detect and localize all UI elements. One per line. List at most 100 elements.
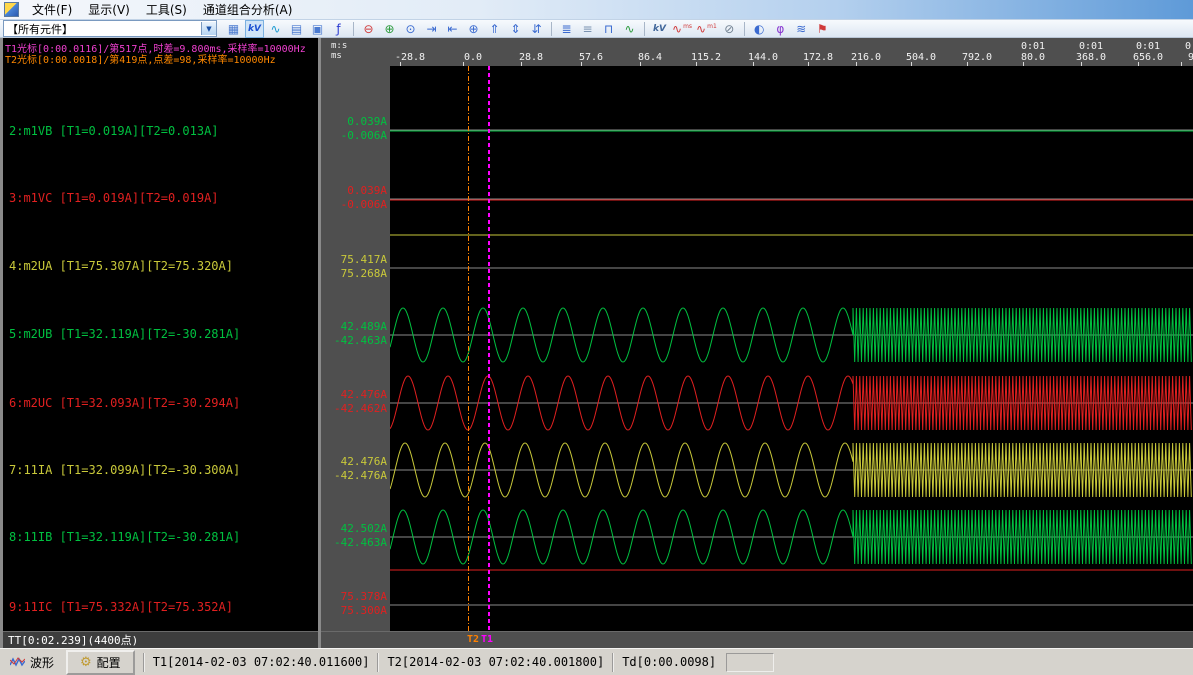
compress-time-icon-glyph: ⇥ — [426, 21, 436, 37]
waveform-icon[interactable]: ∿ — [266, 20, 285, 38]
channel-list-panel: T1光标[0:00.0116]/第517点,时差=9.800ms,采样率=100… — [0, 38, 318, 648]
zoom-range-icon-glyph: ⊙ — [405, 21, 415, 37]
zoom-out-icon-glyph: ⊖ — [363, 21, 373, 37]
amplitude-fit-icon[interactable]: ⇕ — [506, 20, 525, 38]
waveform-region: m:s ms -28.80.028.857.686.4115.2144.0172… — [321, 38, 1193, 648]
kv-unit-icon[interactable]: kV — [650, 20, 669, 38]
menu-item-2[interactable]: 显示(V) — [80, 0, 138, 20]
status-field-1: T1[2014-02-03 07:02:40.011600] — [143, 653, 378, 672]
menu-bar: 文件(F)显示(V)工具(S)通道组合分析(A) — [0, 0, 1193, 20]
phase-icon[interactable]: φ — [771, 20, 790, 38]
kv-values-icon[interactable]: kV — [245, 20, 264, 38]
time-tick: 0:0180.0 — [1003, 41, 1063, 63]
element-filter-combo[interactable]: 【所有元件】 ▼ — [3, 20, 217, 37]
time-tick: 28.8 — [501, 52, 561, 63]
rm1-icon[interactable]: ∿m1 — [695, 20, 718, 38]
expand-time-icon[interactable]: ⇤ — [443, 20, 462, 38]
channel-3-scale-min: -0.006A — [341, 198, 387, 212]
clock-off-icon-glyph: ⊘ — [724, 21, 734, 37]
channel-scale-5: 42.489A-42.463A — [334, 320, 387, 348]
cursor-t1-label[interactable]: T1 — [481, 634, 493, 645]
channel-select-icon[interactable]: ▤ — [287, 20, 306, 38]
phase-icon-glyph: φ — [776, 21, 784, 37]
compress-time-icon[interactable]: ⇥ — [422, 20, 441, 38]
channel-list-icon[interactable]: ≣ — [557, 20, 576, 38]
digital-wave-icon[interactable]: ⊓ — [599, 20, 618, 38]
zoom-out-icon[interactable]: ⊖ — [359, 20, 378, 38]
channel-label-5[interactable]: 5:m2UB [T1=32.119A][T2=-30.281A] — [9, 327, 240, 341]
time-tick: 0:9 — [1161, 41, 1193, 63]
amplitude-up-icon[interactable]: ⇑ — [485, 20, 504, 38]
amplitude-up-icon-glyph: ⇑ — [489, 21, 499, 37]
harmonics-icon-glyph: ≋ — [796, 21, 806, 37]
kv-unit-icon-glyph: kV — [653, 21, 666, 37]
clock-off-icon[interactable]: ⊘ — [720, 20, 739, 38]
tab-waveform-label: 波形 — [30, 654, 54, 671]
menu-item-3[interactable]: 工具(S) — [138, 0, 195, 20]
vector-icon-glyph: ⚑ — [817, 21, 828, 37]
analog-wave-icon-glyph: ∿ — [624, 21, 634, 37]
channel-2-scale-max: 0.039A — [341, 115, 387, 129]
harmonics-icon[interactable]: ≋ — [792, 20, 811, 38]
annotation-icon[interactable]: ▣ — [308, 20, 327, 38]
channel-order-icon[interactable]: ≡ — [578, 20, 597, 38]
channel-label-9[interactable]: 9:11IC [T1=75.332A][T2=75.352A] — [9, 600, 233, 614]
waveform-plot[interactable] — [390, 66, 1193, 631]
channel-label-6[interactable]: 6:m2UC [T1=32.093A][T2=-30.294A] — [9, 396, 240, 410]
clock-icon[interactable]: ◐ — [750, 20, 769, 38]
status-field-2: T2[2014-02-03 07:02:40.001800] — [377, 653, 612, 672]
analog-wave-icon[interactable]: ∿ — [620, 20, 639, 38]
amplitude-reset-icon[interactable]: ⇵ — [527, 20, 546, 38]
channel-scale-9: 75.378A75.300A — [341, 590, 387, 618]
digital-wave-icon-glyph: ⊓ — [604, 21, 613, 37]
channel-label-8[interactable]: 8:11IB [T1=32.119A][T2=-30.281A] — [9, 530, 240, 544]
channel-7-scale-max: 42.476A — [334, 455, 387, 469]
menu-item-4[interactable]: 通道组合分析(A) — [195, 0, 301, 20]
channel-8-scale-max: 42.502A — [334, 522, 387, 536]
channel-4-scale-max: 75.417A — [341, 253, 387, 267]
rms-icon-sub: ms — [683, 19, 692, 37]
vector-icon[interactable]: ⚑ — [813, 20, 832, 38]
zoom-in-icon-glyph: ⊕ — [384, 21, 394, 37]
rm1-icon-sub: m1 — [707, 19, 717, 37]
channel-scale-4: 75.417A75.268A — [341, 253, 387, 281]
chevron-down-icon[interactable]: ▼ — [201, 22, 216, 35]
channel-order-icon-glyph: ≡ — [582, 21, 592, 37]
status-spacer — [726, 653, 774, 672]
config-button-label: 配置 — [97, 654, 121, 671]
channel-scale-7: 42.476A-42.476A — [334, 455, 387, 483]
channel-label-3[interactable]: 3:m1VC [T1=0.019A][T2=0.019A] — [9, 191, 219, 205]
gear-icon: ⚙ — [80, 656, 92, 669]
amplitude-fit-icon-glyph: ⇕ — [510, 21, 520, 37]
toolbar-separator — [551, 22, 552, 36]
zoom-selection-icon[interactable]: ⊕ — [464, 20, 483, 38]
cursor-t2-info: T2光标[0:00.0018]/第419点,点差=98,采样率=10000Hz — [5, 55, 306, 66]
rms-icon[interactable]: ∿ms — [671, 20, 693, 38]
config-button[interactable]: ⚙ 配置 — [66, 650, 135, 675]
cursor-t2-line[interactable] — [468, 66, 469, 631]
channel-select-icon-glyph: ▤ — [291, 21, 302, 37]
zoom-range-icon[interactable]: ⊙ — [401, 20, 420, 38]
toolbar-separator — [744, 22, 745, 36]
channel-scale-6: 42.476A-42.462A — [334, 388, 387, 416]
cursor-t2-label[interactable]: T2 — [467, 634, 479, 645]
zoom-in-icon[interactable]: ⊕ — [380, 20, 399, 38]
menu-item-1[interactable]: 文件(F) — [24, 0, 80, 20]
channel-2-scale-min: -0.006A — [341, 129, 387, 143]
formula-icon-glyph: ƒ — [336, 21, 340, 37]
formula-icon[interactable]: ƒ — [329, 20, 348, 38]
channel-5-scale-min: -42.463A — [334, 334, 387, 348]
time-tick: 0.0 — [443, 52, 503, 63]
channel-4-scale-min: 75.268A — [341, 267, 387, 281]
element-grid-icon[interactable]: ▦ — [224, 20, 243, 38]
tab-waveform[interactable]: 波形 — [0, 652, 62, 673]
channel-label-2[interactable]: 2:m1VB [T1=0.019A][T2=0.013A] — [9, 124, 219, 138]
channel-label-7[interactable]: 7:11IA [T1=32.099A][T2=-30.300A] — [9, 463, 240, 477]
time-tick: 0:01368.0 — [1061, 41, 1121, 63]
toolbar: 【所有元件】 ▼ ▦kV∿▤▣ƒ⊖⊕⊙⇥⇤⊕⇑⇕⇵≣≡⊓∿kV∿ms∿m1⊘◐φ… — [0, 20, 1193, 38]
time-tick: 115.2 — [676, 52, 736, 63]
channel-label-4[interactable]: 4:m2UA [T1=75.307A][T2=75.320A] — [9, 259, 233, 273]
cursor-info: T1光标[0:00.0116]/第517点,时差=9.800ms,采样率=100… — [5, 44, 306, 66]
waveform-icon-glyph: ∿ — [270, 21, 280, 37]
cursor-t1-line[interactable] — [488, 66, 490, 631]
